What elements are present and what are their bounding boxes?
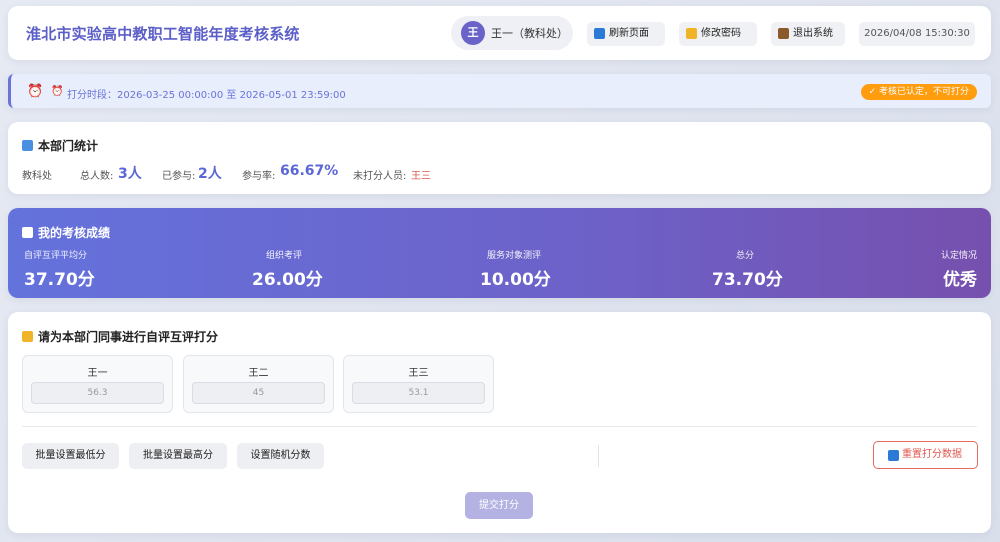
logout-button[interactable]: 退出系统: [771, 22, 845, 46]
my-score-banner: 我的考核成绩 自评互评平均分 37.70分 组织考评 26.00分 服务对象测评…: [8, 208, 991, 298]
peer-scoring-title: 请为本部门同事进行自评互评打分: [22, 328, 218, 345]
app-title: 淮北市实验高中教职工智能年度考核系统: [26, 25, 300, 43]
score-value: 优秀: [943, 270, 977, 290]
score-value: 37.70分: [24, 270, 95, 290]
department-stats-card: 本部门统计 教科处 总人数: 3人 已参与: 2人 参与率: 66.67% 未打…: [8, 122, 991, 194]
department-stats-title: 本部门统计: [22, 137, 98, 154]
reset-scores-button[interactable]: 重置打分数据: [873, 441, 978, 469]
change-password-button[interactable]: 修改密码: [679, 22, 757, 46]
lock-icon: [686, 28, 697, 39]
colleague-name: 王三: [408, 368, 429, 379]
scoring-period-bar: ⏰ ⏰ 打分时段：2026-03-25 00:00:00 至 2026-05-0…: [8, 74, 991, 108]
vertical-divider: [598, 445, 599, 467]
score-label: 总分: [735, 251, 754, 261]
batch-set-max-button[interactable]: 批量设置最高分: [129, 443, 227, 469]
score-label: 服务对象测评: [486, 251, 541, 261]
score-organization: 组织考评 26.00分: [252, 248, 323, 290]
department-stats-row: 教科处 总人数: 3人 已参与: 2人 参与率: 66.67% 未打分人员: 王…: [22, 162, 622, 182]
score-rating: 认定情况 优秀: [941, 248, 977, 290]
total-label: 总人数:: [80, 171, 114, 182]
score-input[interactable]: 53.1: [352, 382, 485, 404]
refresh-label: 刷新页面: [609, 28, 649, 39]
participated-value: 2人: [198, 166, 222, 182]
batch-set-min-button[interactable]: 批量设置最低分: [22, 443, 119, 469]
peer-scoring-card: 请为本部门同事进行自评互评打分 王一 56.3 王二 45 王三 53.1 批量…: [8, 312, 991, 533]
total-value: 3人: [118, 166, 142, 182]
current-datetime: 2026/04/08 15:30:30: [859, 22, 975, 46]
score-self-peer: 自评互评平均分 37.70分: [24, 248, 95, 290]
refresh-icon: [888, 450, 899, 461]
colleague-card: 王一 56.3: [22, 355, 173, 413]
score-input[interactable]: 56.3: [31, 382, 164, 404]
participated-label: 已参与:: [162, 171, 196, 182]
checklist-icon: [22, 227, 33, 238]
colleague-name: 王二: [248, 368, 269, 379]
user-name: 王一（教科处）: [491, 27, 568, 40]
bar-chart-icon: [22, 140, 33, 151]
department-name: 教科处: [22, 171, 52, 182]
change-password-label: 修改密码: [701, 28, 741, 39]
score-service: 服务对象测评 10.00分: [480, 248, 551, 290]
score-label: 认定情况: [940, 251, 977, 261]
refresh-icon: [594, 28, 605, 39]
unscored-label: 未打分人员:: [353, 171, 407, 182]
avatar: 王: [461, 21, 485, 45]
participation-rate-value: 66.67%: [280, 163, 339, 179]
pencil-icon: [22, 331, 33, 342]
user-pill[interactable]: 王 王一（教科处）: [451, 16, 573, 50]
scoring-period-text: 打分时段：2026-03-25 00:00:00 至 2026-05-01 23…: [67, 90, 346, 101]
peer-scoring-title-text: 请为本部门同事进行自评互评打分: [38, 330, 219, 344]
alarm-clock-small-icon: ⏰: [51, 86, 64, 97]
my-score-title: 我的考核成绩: [22, 224, 110, 241]
reset-label: 重置打分数据: [902, 449, 962, 460]
status-badge: ✓ 考核已认定，不可打分: [860, 84, 977, 100]
score-label: 自评互评平均分: [24, 251, 88, 261]
colleague-card: 王三 53.1: [343, 355, 494, 413]
logout-label: 退出系统: [793, 28, 833, 39]
my-score-title-text: 我的考核成绩: [38, 226, 111, 240]
alarm-clock-icon: ⏰: [27, 84, 44, 99]
refresh-page-button[interactable]: 刷新页面: [587, 22, 665, 46]
door-icon: [778, 28, 789, 39]
score-value: 26.00分: [252, 270, 323, 290]
divider: [22, 426, 977, 427]
colleague-card: 王二 45: [183, 355, 334, 413]
score-label: 组织考评: [265, 251, 302, 261]
unscored-value: 王三: [411, 171, 431, 182]
score-value: 73.70分: [712, 270, 783, 290]
colleague-name: 王一: [87, 368, 108, 379]
random-score-button[interactable]: 设置随机分数: [237, 443, 324, 469]
score-value: 10.00分: [480, 270, 551, 290]
participation-rate-label: 参与率:: [242, 171, 276, 182]
score-input[interactable]: 45: [192, 382, 325, 404]
submit-scores-button[interactable]: 提交打分: [465, 492, 533, 519]
app-header: 淮北市实验高中教职工智能年度考核系统 王 王一（教科处） 刷新页面 修改密码 退…: [8, 6, 991, 60]
department-stats-title-text: 本部门统计: [38, 139, 99, 153]
score-total: 总分 73.70分: [712, 248, 783, 290]
